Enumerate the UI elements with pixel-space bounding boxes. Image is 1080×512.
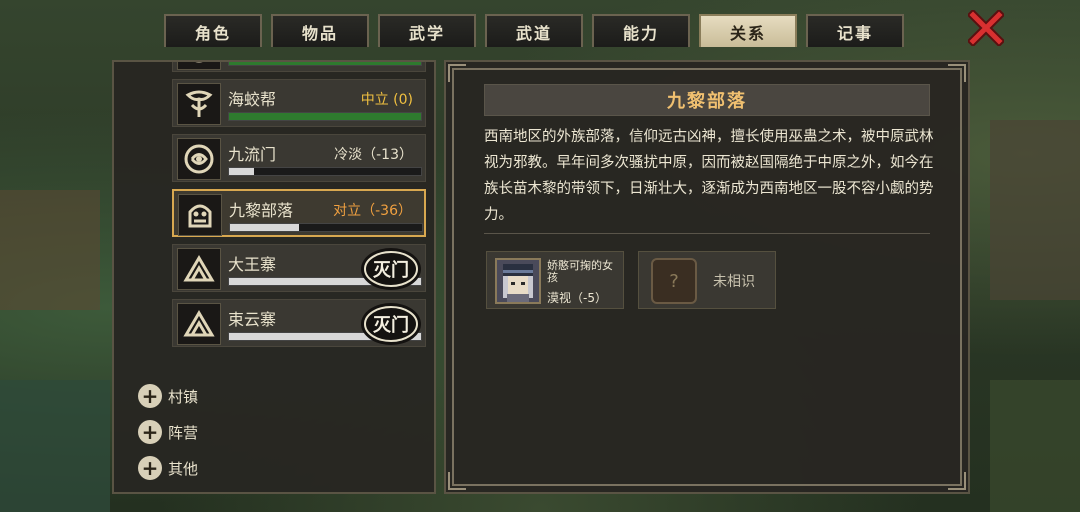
relation-status: 冷淡（-13） <box>334 147 413 163</box>
tab-relations[interactable]: 关系 <box>699 14 797 47</box>
category-label: 村镇 <box>168 387 199 406</box>
expand-plus-icon[interactable]: + <box>138 384 162 408</box>
tab-journal[interactable]: 记事 <box>806 14 904 47</box>
faction-name: 束云寨 <box>228 310 277 329</box>
unknown-npc-label: 未相识 <box>713 274 755 290</box>
mountain-fort-crest-icon <box>177 303 221 345</box>
faction-item-jiuliu[interactable]: 九流门 冷淡（-13） <box>172 134 426 182</box>
category-label: 其他 <box>168 459 199 478</box>
mountain-fort-crest-icon <box>177 248 221 290</box>
faction-name: 海蛟帮 <box>228 90 277 109</box>
faction-item-jiuli[interactable]: 九黎部落 对立（-36） <box>172 189 426 237</box>
relation-bar-fill <box>229 113 421 120</box>
jiuli-tribe-crest-icon <box>178 194 222 236</box>
relation-status: 中立 (0) <box>360 92 413 108</box>
main-tab-bar: 角色 物品 武学 武道 能力 关系 记事 <box>164 14 904 47</box>
divider <box>484 233 930 234</box>
corner-ornament <box>448 64 466 82</box>
npc-name: 娇憨可掬的女孩 <box>547 259 613 284</box>
tab-martial-way[interactable]: 武道 <box>485 14 583 47</box>
sealed-stamp-text: 灭门 <box>372 259 409 281</box>
faction-detail-panel: 九黎部落 西南地区的外族部落，信仰远古凶神，擅长使用巫蛊之术，被中原武林视为邪教… <box>444 60 970 494</box>
corner-ornament <box>948 64 966 82</box>
unknown-npc-card[interactable]: ? 未相识 <box>638 251 776 309</box>
destroyed-stamp-icon: 灭门 <box>357 247 421 291</box>
faction-item-haijiao[interactable]: 海蛟帮 中立 (0) <box>172 79 426 127</box>
npc-portrait-avatar <box>495 258 541 304</box>
npc-relation-card[interactable]: 娇憨可掬的女孩 漠视（-5） <box>486 251 624 309</box>
tab-abilities[interactable]: 能力 <box>592 14 690 47</box>
expand-plus-icon[interactable]: + <box>138 456 162 480</box>
destroyed-stamp-icon: 灭门 <box>357 302 421 346</box>
expand-plus-icon[interactable]: + <box>138 420 162 444</box>
category-towns[interactable]: + 村镇 <box>138 384 198 408</box>
relation-bar-fill <box>229 62 421 65</box>
sealed-stamp-text: 灭门 <box>372 314 409 336</box>
faction-list-panel: 海蛟帮 中立 (0) 九流门 冷淡（-13） 九黎部落 对立（-36） 大王寨 <box>112 60 436 494</box>
faction-name: 大王寨 <box>228 255 277 274</box>
relation-bar <box>229 223 423 232</box>
relation-status: 对立（-36） <box>333 203 412 219</box>
faction-item-dawang[interactable]: 大王寨 灭门 <box>172 244 426 292</box>
relation-bar <box>228 62 422 66</box>
corner-ornament <box>448 472 466 490</box>
relation-bar-fill <box>229 168 254 175</box>
faction-title: 九黎部落 <box>484 84 930 116</box>
faction-name: 九流门 <box>228 145 277 164</box>
faction-list: 海蛟帮 中立 (0) 九流门 冷淡（-13） 九黎部落 对立（-36） 大王寨 <box>172 62 426 354</box>
relation-bar <box>228 112 422 121</box>
question-mark-icon: ? <box>651 258 697 304</box>
sea-dragon-crest-icon <box>177 83 221 125</box>
relation-bar-fill <box>230 224 300 231</box>
nine-streams-crest-icon <box>177 138 221 180</box>
category-label: 阵营 <box>168 423 199 442</box>
faction-item[interactable] <box>172 62 426 72</box>
faction-description: 西南地区的外族部落，信仰远古凶神，擅长使用巫蛊之术，被中原武林视为邪教。早年间多… <box>484 129 934 223</box>
close-icon[interactable] <box>966 8 1006 48</box>
npc-relation-status: 漠视（-5） <box>547 291 607 305</box>
faction-name: 九黎部落 <box>229 201 294 220</box>
corner-ornament <box>948 472 966 490</box>
tab-items[interactable]: 物品 <box>271 14 369 47</box>
faction-item-shuyun[interactable]: 束云寨 灭门 <box>172 299 426 347</box>
tab-martial-skills[interactable]: 武学 <box>378 14 476 47</box>
relation-bar <box>228 167 422 176</box>
crest-icon <box>177 62 221 70</box>
category-camps[interactable]: + 阵营 <box>138 420 198 444</box>
tab-character[interactable]: 角色 <box>164 14 262 47</box>
category-others[interactable]: + 其他 <box>138 456 198 480</box>
